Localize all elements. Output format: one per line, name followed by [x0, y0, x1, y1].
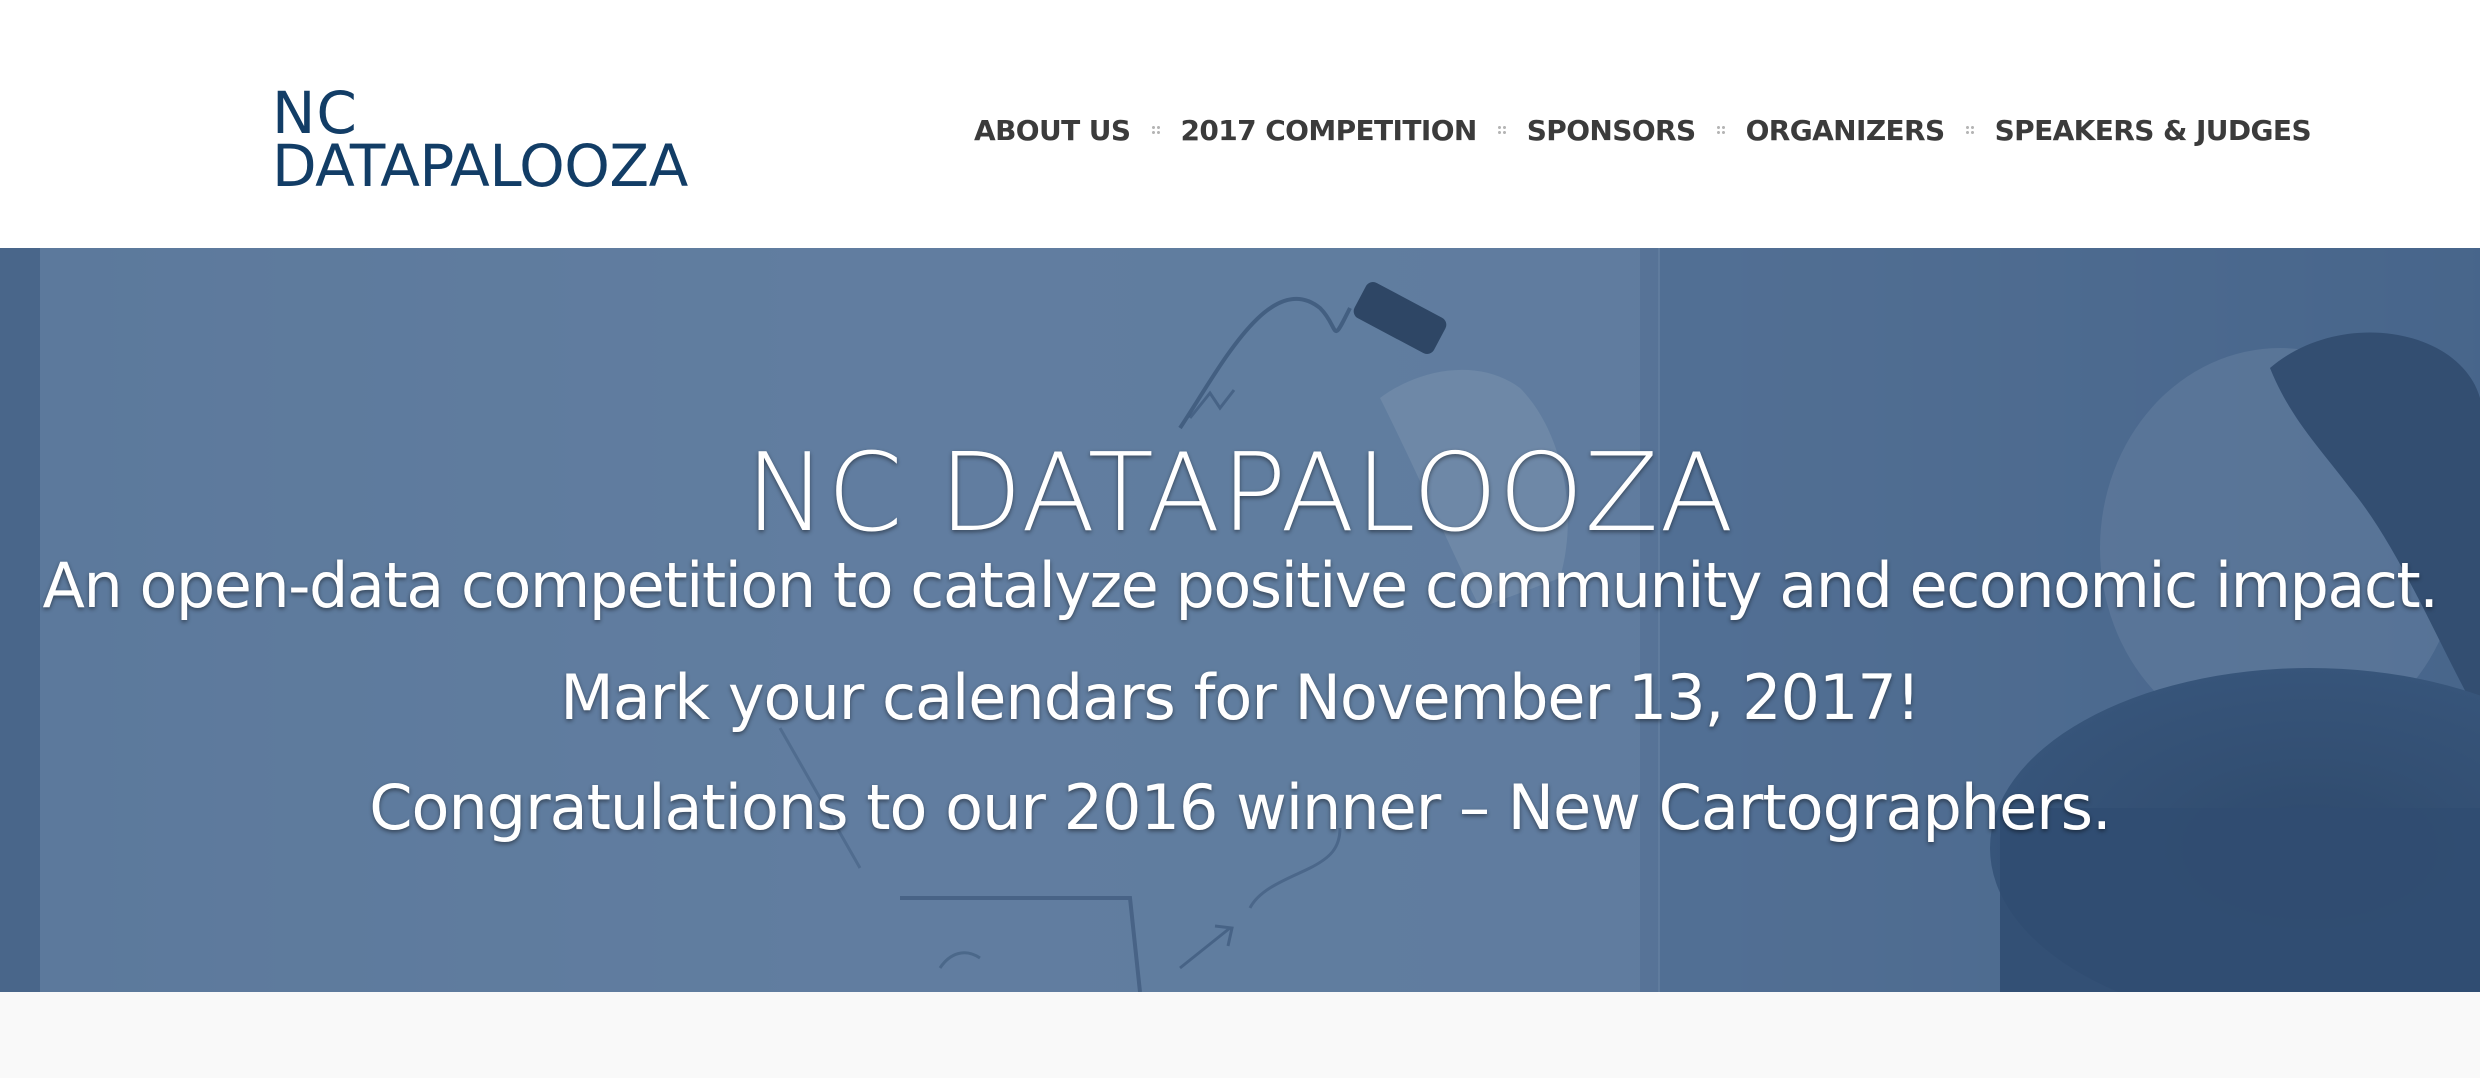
main-nav: ABOUT US 2017 COMPETITION SPONSORS ORGAN… [974, 108, 2312, 152]
hero-date-line: Mark your calendars for November 13, 201… [560, 661, 1920, 734]
nav-separator [1150, 125, 1161, 135]
nav-separator [1715, 125, 1726, 135]
logo-line-2: DATAPALOOZA [272, 132, 688, 200]
nav-item-sponsors[interactable]: SPONSORS [1527, 114, 1696, 147]
nav-item-speakers-judges[interactable]: SPEAKERS & JUDGES [1995, 114, 2312, 147]
hero-congrats-line: Congratulations to our 2016 winner – New… [369, 771, 2112, 844]
page: NC DATAPALOOZA ABOUT US 2017 COMPETITION… [0, 0, 2480, 1078]
site-header: NC DATAPALOOZA ABOUT US 2017 COMPETITION… [0, 0, 2480, 248]
nav-separator [1496, 125, 1507, 135]
nav-item-about-us[interactable]: ABOUT US [974, 114, 1131, 147]
hero-banner: NC DATAPALOOZA An open-data competition … [0, 248, 2480, 992]
nav-separator [1964, 125, 1975, 135]
nav-item-2017-competition[interactable]: 2017 COMPETITION [1181, 114, 1478, 147]
content-section [0, 992, 2480, 1078]
nav-item-organizers[interactable]: ORGANIZERS [1746, 114, 1946, 147]
site-logo[interactable]: NC DATAPALOOZA [272, 84, 732, 200]
hero-title: NC DATAPALOOZA [745, 431, 1735, 556]
hero-subtitle: An open-data competition to catalyze pos… [42, 549, 2439, 622]
